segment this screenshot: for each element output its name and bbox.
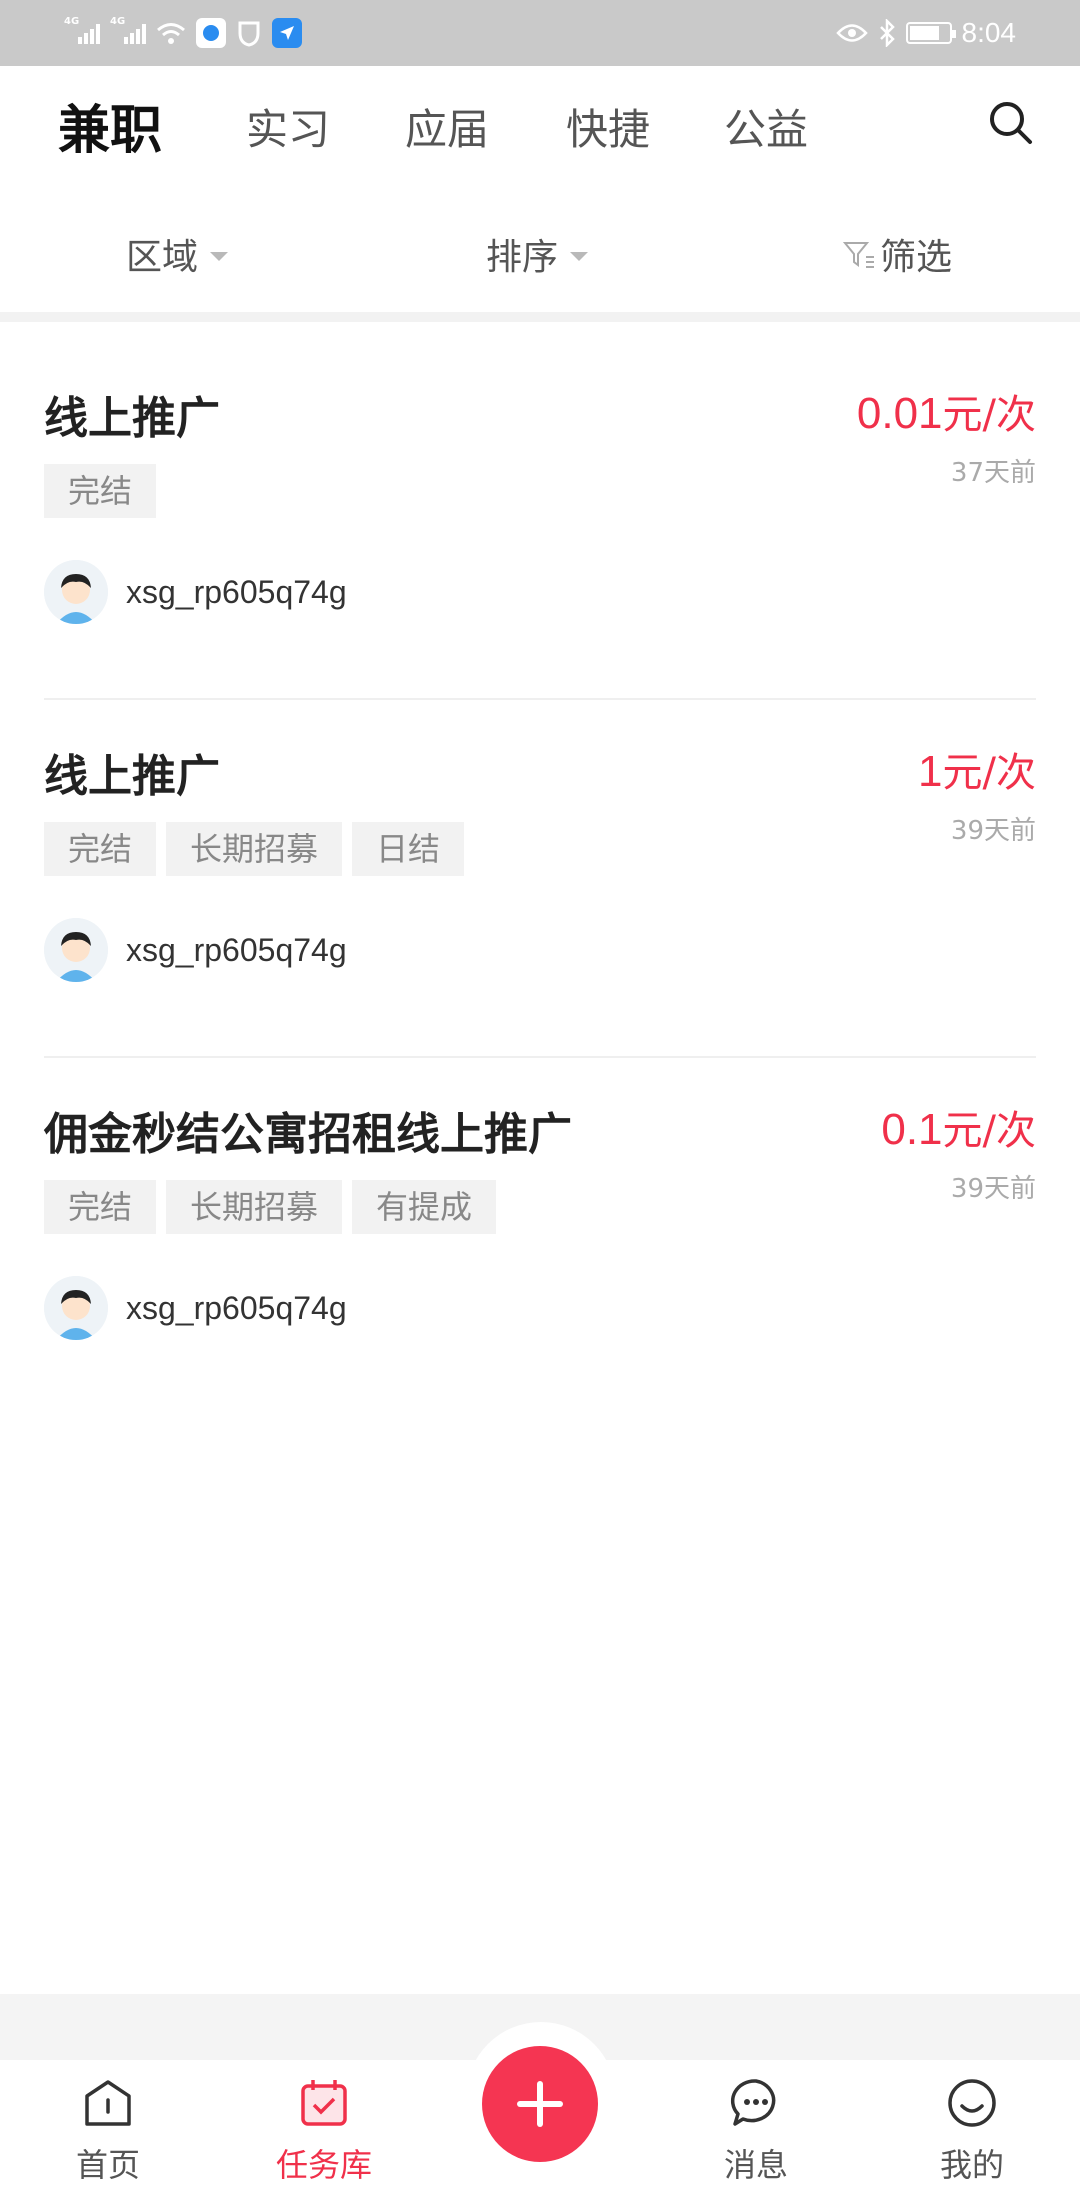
top-tabs: 兼职 实习 应届 快捷 公益 [0,66,1080,192]
filter-bar: 区域 排序 筛选 [0,192,1080,322]
job-price: 0.01元/次 [856,389,1036,438]
status-right: 8:04 [835,17,1017,49]
job-price: 0.1元/次 [881,1105,1036,1154]
owner-name: xsg_rp605q74g [126,931,347,968]
chat-icon [730,2079,776,2126]
job-item[interactable]: 线上推广 1元/次 39天前 完结 长期招募 日结 xsg_rp605q74g [44,700,1036,1058]
nav-home-label: 首页 [75,2146,140,2184]
area-filter-label: 区域 [126,237,199,278]
job-owner: xsg_rp605q74g [44,560,347,624]
tab-charity[interactable]: 公益 [724,96,808,157]
calendar-check-icon [301,2080,347,2126]
sort-filter-label: 排序 [486,237,559,278]
signal-icon-2: 4G [110,16,146,44]
status-bar: 4G 4G 8:04 [0,0,1080,66]
nav-tasks-label: 任务库 [275,2146,372,2184]
tab-internship[interactable]: 实习 [246,96,330,157]
job-owner: xsg_rp605q74g [44,1276,347,1340]
job-tag: 完结 [44,1180,157,1234]
nav-home[interactable]: 首页 [38,2074,178,2186]
chevron-down-icon [210,251,229,261]
job-tag: 完结 [44,464,157,518]
job-posted-time: 39天前 [950,816,1036,846]
screen-filter-label: 筛选 [880,237,953,278]
nav-messages[interactable]: 消息 [686,2074,826,2186]
owner-name: xsg_rp605q74g [126,1289,347,1326]
owner-name: xsg_rp605q74g [126,573,347,610]
avatar [44,918,108,982]
status-left: 4G 4G [64,16,302,48]
job-item[interactable]: 佣金秒结公寓招租线上推广 0.1元/次 39天前 完结 长期招募 有提成 xsg… [44,1058,1036,1416]
job-tags: 完结 长期招募 日结 [44,822,465,876]
avatar [44,560,108,624]
tab-graduate[interactable]: 应届 [405,96,489,157]
screen-filter[interactable]: 筛选 [842,228,952,280]
funnel-icon [842,242,874,268]
clock: 8:04 [961,17,1017,48]
search-icon[interactable] [984,96,1038,150]
plus-icon [517,2081,563,2127]
job-posted-time: 37天前 [950,458,1036,488]
job-title: 佣金秒结公寓招租线上推广 [44,1109,572,1160]
job-title: 线上推广 [44,393,220,444]
sort-filter[interactable]: 排序 [486,228,589,280]
add-button[interactable] [482,2046,598,2162]
nav-mine-label: 我的 [939,2146,1004,2184]
chevron-down-icon [570,251,589,261]
nav-mine[interactable]: 我的 [902,2074,1042,2186]
app-notification-icon [196,18,226,48]
location-app-icon [272,18,302,48]
job-tags: 完结 长期招募 有提成 [44,1180,497,1234]
job-owner: xsg_rp605q74g [44,918,347,982]
area-filter[interactable]: 区域 [126,228,229,280]
job-title: 线上推广 [44,751,220,802]
bluetooth-icon [879,19,895,47]
job-tag: 完结 [44,822,157,876]
battery-icon [905,22,956,44]
smile-icon [948,2079,996,2127]
nav-tasks[interactable]: 任务库 [254,2074,394,2186]
job-tags: 完结 [44,464,157,518]
job-price: 1元/次 [918,747,1036,796]
signal-icon: 4G [64,16,100,44]
tab-part-time[interactable]: 兼职 [58,88,162,163]
home-icon [85,2080,131,2126]
job-tag: 有提成 [352,1180,497,1234]
job-tag: 日结 [352,822,465,876]
shield-icon [238,21,260,47]
tab-quick[interactable]: 快捷 [566,96,650,157]
avatar [44,1276,108,1340]
job-posted-time: 39天前 [950,1174,1036,1204]
eye-icon [835,24,868,42]
job-tag: 长期招募 [166,822,343,876]
nav-messages-label: 消息 [723,2146,788,2184]
wifi-icon [157,23,185,44]
job-tag: 长期招募 [166,1180,343,1234]
job-item[interactable]: 线上推广 0.01元/次 37天前 完结 xsg_rp605q74g [44,342,1036,700]
